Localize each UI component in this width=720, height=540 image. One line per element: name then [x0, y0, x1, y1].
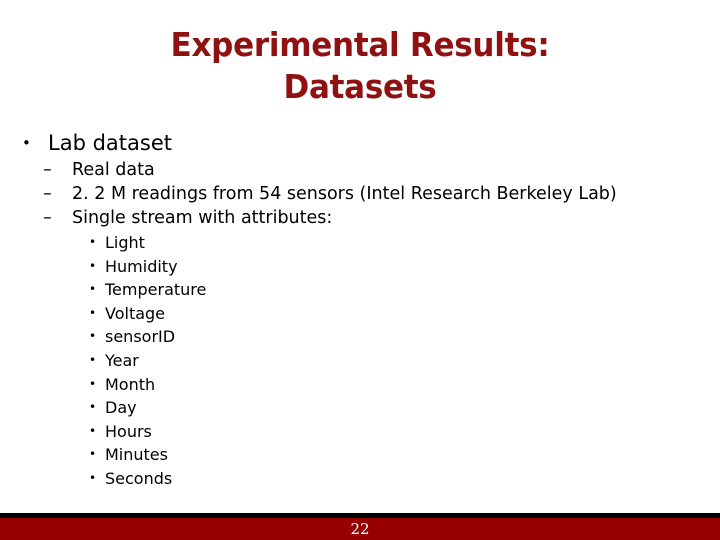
outline-level3-label: Humidity [105, 256, 178, 276]
title-line-1: Experimental Results: [170, 25, 550, 64]
bullet-icon: • [89, 423, 97, 438]
outline-level3-label: sensorID [105, 327, 176, 347]
outline-level3-label: Day [105, 398, 137, 418]
bullet-icon: • [89, 376, 97, 391]
outline-level3-item: • Light [0, 231, 720, 255]
dash-bullet-icon: – [43, 184, 52, 204]
bullet-icon: • [89, 400, 97, 415]
outline-level3-item: • Seconds [0, 467, 720, 491]
outline-level3-label: Month [105, 374, 156, 394]
bullet-icon: • [89, 258, 97, 273]
bullet-icon: • [89, 305, 97, 320]
outline-level3-item: • Temperature [0, 278, 720, 302]
outline-level2-list: – Real data – 2. 2 M readings from 54 se… [0, 158, 720, 230]
body-outline: • Lab dataset – Real data – 2. 2 M readi… [0, 128, 720, 491]
outline-level3-item: • Voltage [0, 302, 720, 326]
bullet-icon: • [89, 235, 97, 249]
outline-level3-item: • Hours [0, 420, 720, 444]
outline-level3-list: • Light • Humidity • Temperature • Volta… [0, 231, 720, 491]
outline-level2-label: Single stream with attributes: [72, 208, 333, 228]
bullet-icon: • [89, 329, 97, 344]
outline-level3-label: Light [105, 233, 145, 252]
outline-level3-item: • sensorID [0, 325, 720, 349]
dash-bullet-icon: – [43, 208, 52, 228]
outline-level3-item: • Humidity [0, 255, 720, 279]
outline-level3-item: • Month [0, 373, 720, 397]
page-title: Experimental Results: Datasets [0, 24, 720, 108]
outline-level3-label: Temperature [105, 280, 207, 300]
outline-level1-item: • Lab dataset [0, 128, 720, 158]
outline-level2-item: – Real data [0, 158, 720, 182]
outline-level3-label: Seconds [105, 468, 173, 488]
outline-level3-item: • Minutes [0, 443, 720, 467]
outline-level3-label: Minutes [105, 445, 168, 465]
outline-level2-item: – Single stream with attributes: [0, 206, 720, 230]
outline-level3-label: Voltage [105, 303, 166, 323]
outline-level2-item: – 2. 2 M readings from 54 sensors (Intel… [0, 182, 720, 206]
outline-level2-label: Real data [72, 160, 155, 180]
outline-level3-item: • Day [0, 396, 720, 420]
outline-level2-label: 2. 2 M readings from 54 sensors (Intel R… [72, 184, 617, 204]
bullet-icon: • [89, 352, 97, 367]
bullet-icon: • [89, 282, 97, 297]
bullet-icon: • [89, 447, 97, 462]
title-line-2: Datasets [283, 67, 437, 106]
outline-level3-label: Hours [105, 421, 152, 441]
page-number: 22 [350, 520, 370, 538]
outline-level3-item: • Year [0, 349, 720, 373]
bullet-icon: • [89, 470, 97, 485]
bullet-icon: • [22, 134, 31, 152]
outline-level1-label: Lab dataset [48, 131, 172, 155]
dash-bullet-icon: – [43, 160, 52, 180]
slide: Experimental Results: Datasets • Lab dat… [0, 0, 720, 540]
outline-level3-label: Year [105, 350, 139, 370]
